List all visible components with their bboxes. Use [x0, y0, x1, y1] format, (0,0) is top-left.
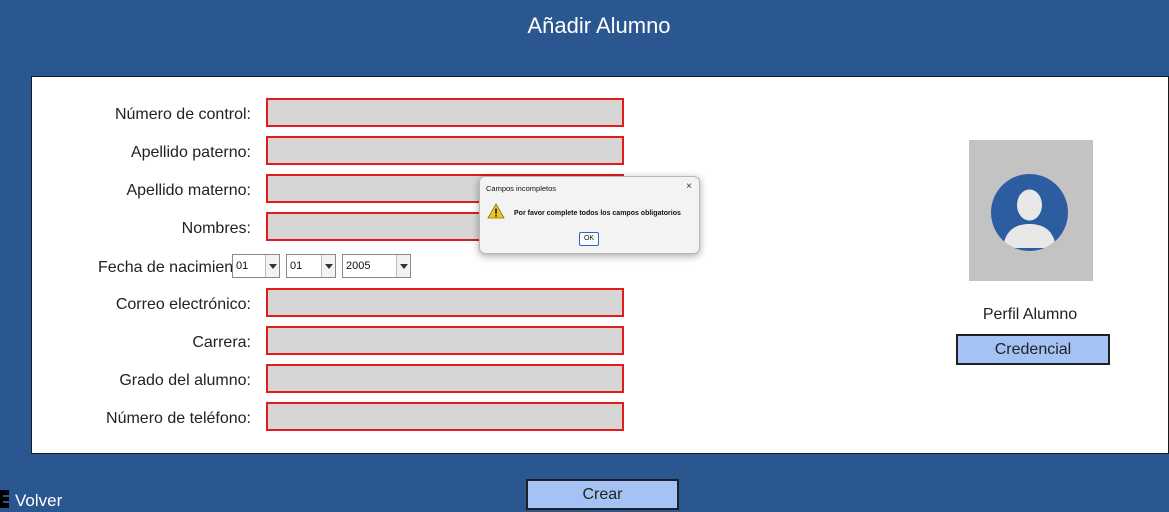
- dialog-title: Campos incompletos: [486, 184, 557, 193]
- close-icon[interactable]: ×: [686, 181, 692, 192]
- birth-month-select[interactable]: 01: [286, 254, 336, 278]
- carrera-input[interactable]: [266, 326, 624, 355]
- label-carrera: Carrera:: [192, 334, 251, 351]
- label-correo: Correo electrónico:: [115, 296, 251, 313]
- person-silhouette-icon: [1003, 189, 1056, 248]
- birth-day-value: 01: [236, 260, 249, 272]
- profile-label: Perfil Alumno: [982, 306, 1078, 323]
- label-fecha-nacimiento: Fecha de nacimiento:: [98, 259, 251, 276]
- dialog-message: Por favor complete todos los campos obli…: [514, 210, 681, 217]
- incomplete-fields-dialog: Campos incompletos × Por favor complete …: [479, 176, 700, 254]
- label-apellido-paterno: Apellido paterno:: [130, 144, 251, 161]
- grado-input[interactable]: [266, 364, 624, 393]
- crear-button[interactable]: Crear: [526, 479, 679, 510]
- chevron-down-icon[interactable]: [265, 255, 279, 277]
- label-nombres: Nombres:: [181, 220, 251, 237]
- label-grado: Grado del alumno:: [119, 372, 251, 389]
- birth-day-select[interactable]: 01: [232, 254, 280, 278]
- chevron-down-icon[interactable]: [321, 255, 335, 277]
- profile-photo: [969, 140, 1093, 281]
- label-telefono: Número de teléfono:: [106, 410, 251, 427]
- birth-year-select[interactable]: 2005: [342, 254, 411, 278]
- chevron-down-icon[interactable]: [396, 255, 410, 277]
- user-avatar-icon: [991, 174, 1068, 251]
- telefono-input[interactable]: [266, 402, 624, 431]
- credencial-button[interactable]: Credencial: [956, 334, 1110, 365]
- back-icon[interactable]: [0, 490, 9, 508]
- correo-input[interactable]: [266, 288, 624, 317]
- ok-button[interactable]: OK: [579, 232, 599, 246]
- warning-icon: [487, 203, 505, 219]
- label-apellido-materno: Apellido materno:: [126, 182, 251, 199]
- apellido-paterno-input[interactable]: [266, 136, 624, 165]
- numero-control-input[interactable]: [266, 98, 624, 127]
- birth-month-value: 01: [290, 260, 303, 272]
- label-numero-control: Número de control:: [114, 106, 251, 123]
- page-title: Añadir Alumno: [527, 13, 671, 38]
- volver-label[interactable]: Volver: [15, 491, 62, 511]
- birth-year-value: 2005: [346, 260, 371, 272]
